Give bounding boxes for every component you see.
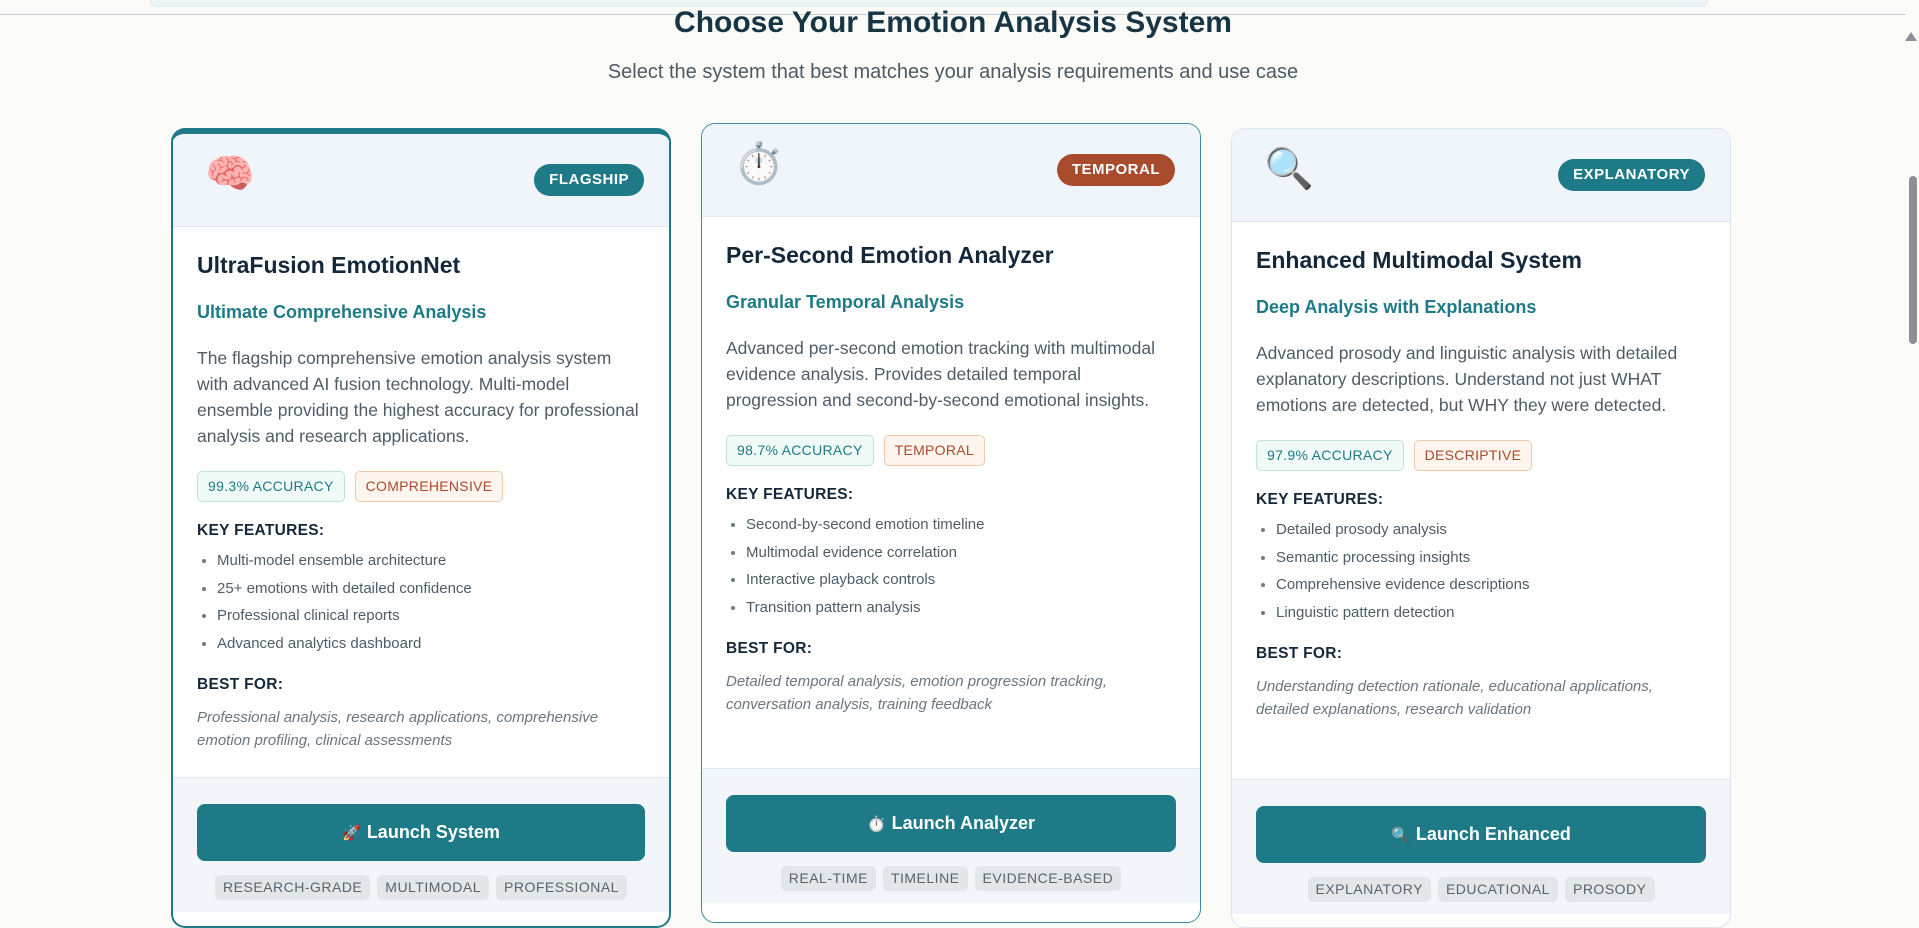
system-description: The flagship comprehensive emotion analy… — [197, 348, 639, 446]
feature-item: Comprehensive evidence descriptions — [1276, 576, 1706, 593]
system-description: Advanced prosody and linguistic analysis… — [1256, 343, 1678, 415]
rocket-icon: 🚀 — [342, 825, 361, 842]
feature-list: Multi-model ensemble architecture 25+ em… — [197, 552, 645, 652]
card-footer: 🔍 Launch Enhanced EXPLANATORY EDUCATIONAL… — [1232, 779, 1730, 914]
tag-chip: PROFESSIONAL — [496, 875, 627, 900]
feature-item: Semantic processing insights — [1276, 549, 1706, 566]
feature-item: Advanced analytics dashboard — [217, 635, 645, 652]
page-title: Choose Your Emotion Analysis System — [674, 6, 1232, 39]
flagship-badge: FLAGSHIP — [534, 164, 644, 196]
feature-item: Multimodal evidence correlation — [746, 544, 1176, 561]
category-pill: TEMPORAL — [883, 435, 986, 466]
card-footer: 🚀 Launch System RESEARCH-GRADE MULTIMODAL… — [173, 777, 669, 912]
tag-chip: MULTIMODAL — [377, 875, 490, 900]
system-name: Enhanced Multimodal System — [1256, 247, 1582, 273]
best-for-label: BEST FOR: — [726, 639, 813, 657]
launch-enhanced-button[interactable]: 🔍 Launch Enhanced — [1256, 806, 1706, 863]
metric-pills: 98.7% ACCURACY TEMPORAL — [726, 435, 1176, 466]
card-body: Per-Second Emotion Analyzer Granular Tem… — [726, 242, 1176, 716]
system-name: Per-Second Emotion Analyzer — [726, 242, 1054, 268]
feature-list: Detailed prosody analysis Semantic proce… — [1256, 521, 1706, 621]
key-features-label: KEY FEATURES: — [726, 486, 854, 503]
feature-item: Multi-model ensemble architecture — [217, 552, 645, 569]
accuracy-pill: 97.9% ACCURACY — [1256, 440, 1404, 471]
launch-system-button[interactable]: 🚀 Launch System — [197, 804, 645, 861]
card-footer: ⏱️ Launch Analyzer REAL-TIME TIMELINE EVI… — [702, 768, 1200, 903]
tag-chip: PROSODY — [1564, 877, 1655, 902]
system-name: UltraFusion EmotionNet — [197, 252, 461, 278]
stopwatch-icon: ⏱️ — [866, 816, 886, 833]
feature-item: Professional clinical reports — [217, 607, 645, 624]
metric-pills: 99.3% ACCURACY COMPREHENSIVE — [197, 471, 645, 502]
launch-analyzer-button[interactable]: ⏱️ Launch Analyzer — [726, 795, 1176, 852]
tag-chips: EXPLANATORY EDUCATIONAL PROSODY — [1232, 877, 1730, 902]
tag-chips: REAL-TIME TIMELINE EVIDENCE-BASED — [702, 866, 1200, 891]
system-card-enhanced-multimodal: 🔍 EXPLANATORY Enhanced Multimodal System… — [1231, 128, 1731, 928]
stopwatch-icon: ⏱️ — [734, 142, 784, 186]
best-for-label: BEST FOR: — [197, 675, 284, 693]
tag-chip: EXPLANATORY — [1307, 877, 1431, 902]
feature-item: Detailed prosody analysis — [1276, 521, 1706, 538]
launch-button-label: Launch Analyzer — [891, 813, 1036, 833]
card-body: UltraFusion EmotionNet Ultimate Comprehe… — [197, 252, 645, 752]
category-pill: COMPREHENSIVE — [354, 471, 504, 502]
scrollbar-thumb[interactable] — [1909, 176, 1917, 344]
feature-item: Transition pattern analysis — [746, 599, 1176, 616]
key-features-label: KEY FEATURES: — [1256, 491, 1384, 508]
tag-chip: EDUCATIONAL — [1437, 877, 1558, 902]
category-pill: DESCRIPTIVE — [1413, 440, 1533, 471]
feature-item: Interactive playback controls — [746, 571, 1176, 588]
tag-chips: RESEARCH-GRADE MULTIMODAL PROFESSIONAL — [173, 875, 669, 900]
best-for-text: Professional analysis, research applicat… — [197, 708, 599, 749]
feature-item: 25+ emotions with detailed confidence — [217, 580, 645, 597]
best-for-text: Understanding detection rationale, educa… — [1256, 677, 1653, 718]
best-for-label: BEST FOR: — [1256, 644, 1343, 662]
system-tagline: Deep Analysis with Explanations — [1256, 297, 1537, 317]
launch-button-label: Launch System — [366, 822, 500, 842]
accuracy-pill: 99.3% ACCURACY — [197, 471, 345, 502]
card-header: ⏱️ TEMPORAL — [702, 124, 1200, 217]
magnifier-icon: 🔍 — [1264, 147, 1314, 191]
system-tagline: Granular Temporal Analysis — [726, 292, 965, 312]
page-subtitle: Select the system that best matches your… — [607, 61, 1299, 83]
feature-item: Linguistic pattern detection — [1276, 604, 1706, 621]
scrollbar[interactable] — [1905, 14, 1919, 913]
feature-list: Second-by-second emotion timeline Multim… — [726, 516, 1176, 616]
metric-pills: 97.9% ACCURACY DESCRIPTIVE — [1256, 440, 1706, 471]
tag-chip: EVIDENCE-BASED — [974, 866, 1122, 891]
temporal-badge: TEMPORAL — [1056, 154, 1175, 186]
tag-chip: REAL-TIME — [780, 866, 876, 891]
card-header: 🔍 EXPLANATORY — [1232, 129, 1730, 222]
launch-button-label: Launch Enhanced — [1415, 824, 1571, 844]
card-body: Enhanced Multimodal System Deep Analysis… — [1256, 247, 1706, 721]
tag-chip: TIMELINE — [882, 866, 968, 891]
system-tagline: Ultimate Comprehensive Analysis — [197, 302, 487, 322]
key-features-label: KEY FEATURES: — [197, 522, 325, 539]
card-header: 🧠 FLAGSHIP — [173, 134, 669, 227]
brain-icon: 🧠 — [205, 152, 255, 196]
best-for-text: Detailed temporal analysis, emotion prog… — [726, 672, 1108, 713]
accuracy-pill: 98.7% ACCURACY — [726, 435, 874, 466]
system-card-per-second: ⏱️ TEMPORAL Per-Second Emotion Analyzer … — [701, 123, 1201, 923]
system-description: Advanced per-second emotion tracking wit… — [726, 338, 1155, 410]
feature-item: Second-by-second emotion timeline — [746, 516, 1176, 533]
magnifier-icon: 🔍 — [1391, 827, 1410, 844]
tag-chip: RESEARCH-GRADE — [215, 875, 371, 900]
scroll-up-arrow-icon[interactable] — [1905, 32, 1917, 41]
explanatory-badge: EXPLANATORY — [1558, 159, 1705, 191]
system-card-ultrafusion: 🧠 FLAGSHIP UltraFusion EmotionNet Ultima… — [171, 128, 671, 928]
